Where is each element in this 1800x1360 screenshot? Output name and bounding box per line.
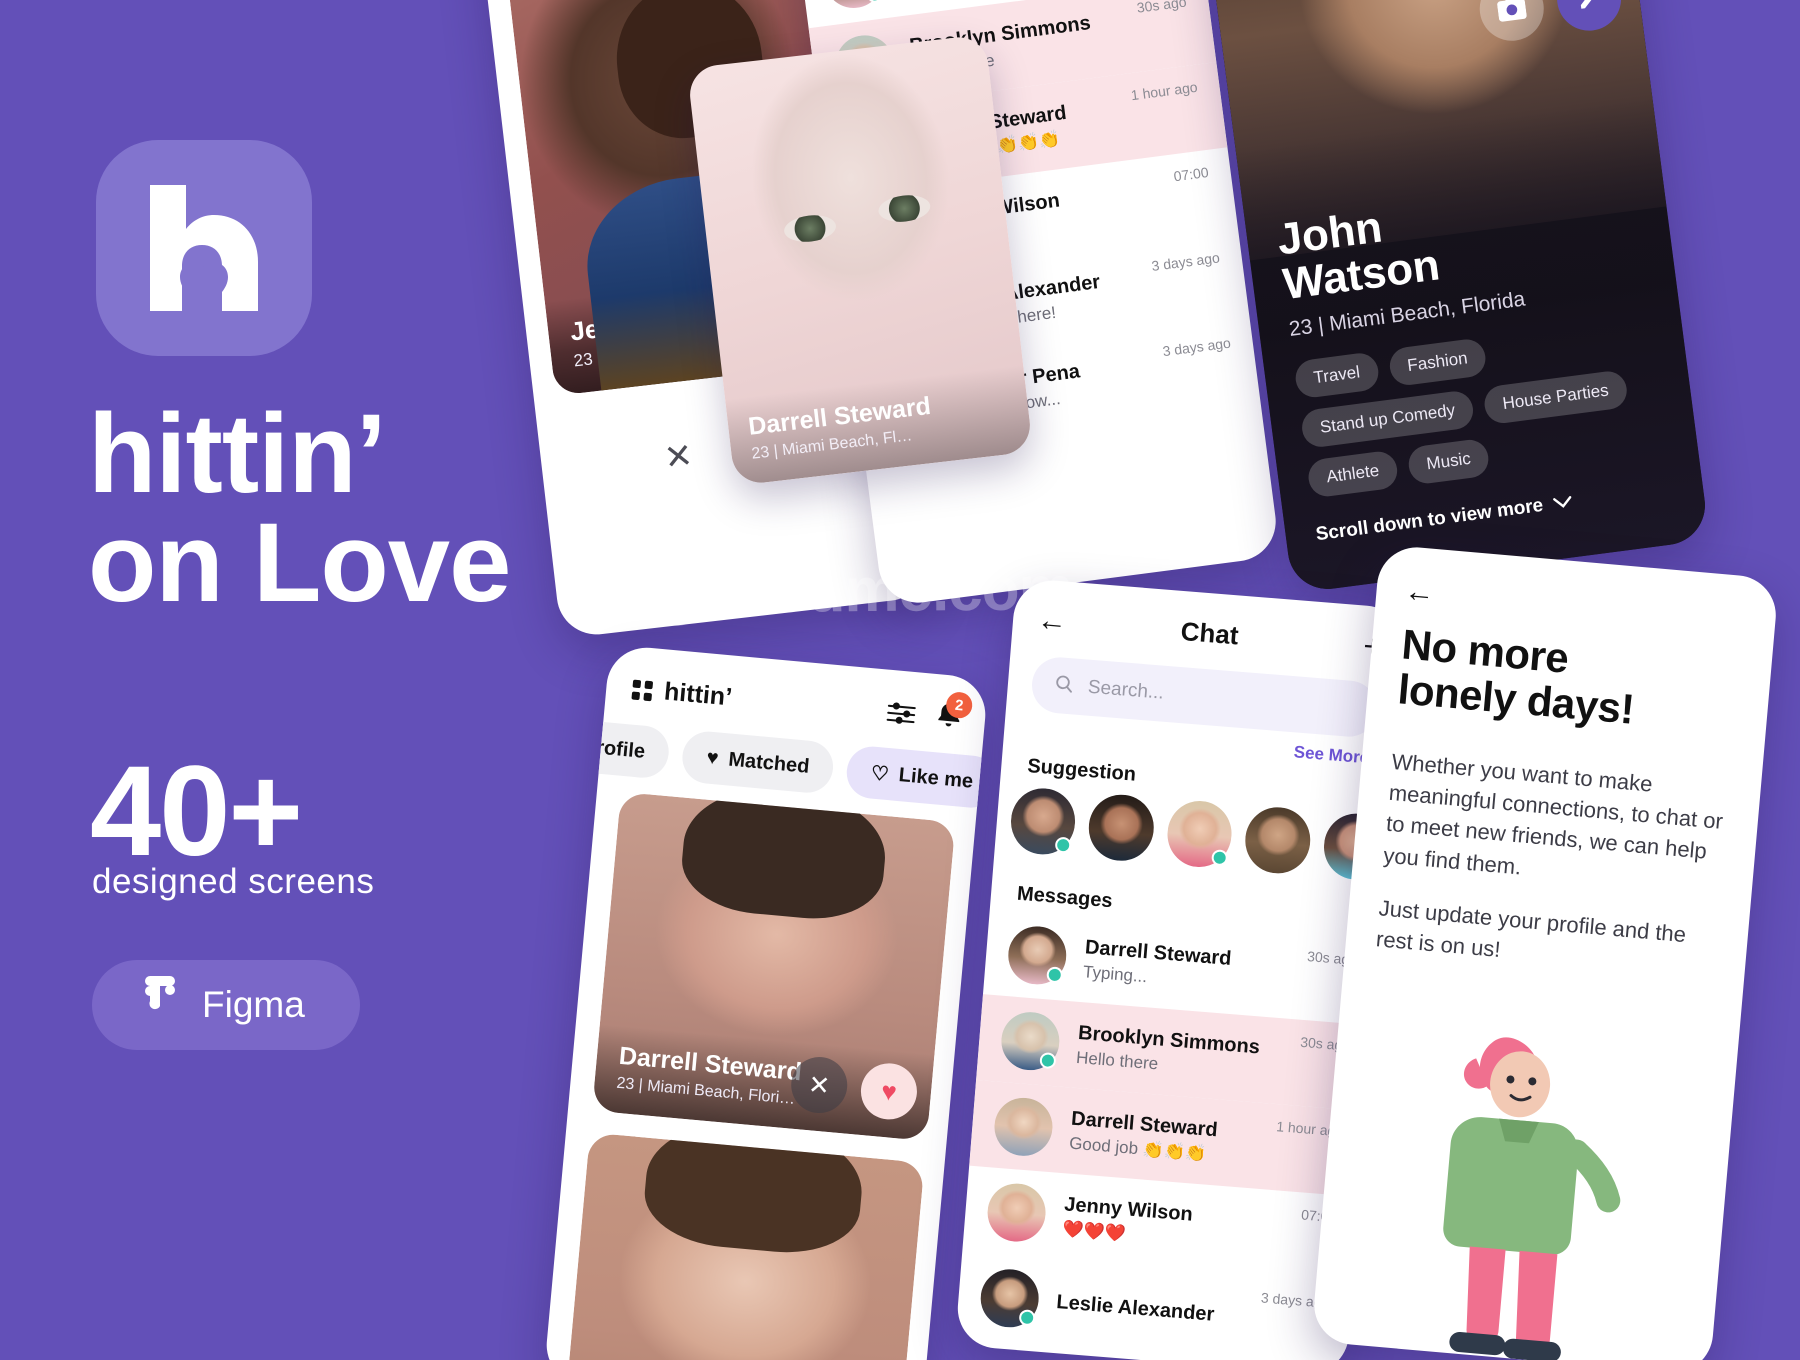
- feed-like-button[interactable]: ♥: [858, 1060, 920, 1122]
- avatar[interactable]: [1006, 924, 1069, 987]
- message-text: Darrell StewardGood job 👏👏👏: [1068, 1108, 1219, 1166]
- message-timestamp: 3 days ago: [1161, 334, 1232, 360]
- profile-tag[interactable]: Music: [1406, 437, 1492, 486]
- search-icon: [1053, 672, 1075, 699]
- profile-tag[interactable]: Travel: [1293, 351, 1381, 400]
- back-arrow-icon[interactable]: ←: [1403, 574, 1436, 610]
- figma-icon: [140, 976, 180, 1034]
- story-avatar[interactable]: [1086, 792, 1157, 864]
- online-indicator: [1039, 1051, 1057, 1070]
- profile-tag[interactable]: Athlete: [1306, 449, 1400, 499]
- avatar[interactable]: [821, 0, 887, 12]
- message-timestamp: 1 hour ago: [1129, 78, 1199, 104]
- profile-tag[interactable]: Fashion: [1387, 337, 1488, 388]
- home-tab[interactable]: ♥ Matched: [680, 729, 836, 795]
- profile-eye-left: [1305, 0, 1374, 3]
- phone-swipe-back-card: Darrell Steward 23 | Miami Beach, Fl…: [686, 34, 1034, 486]
- app-logo-tile: [96, 140, 312, 356]
- story-avatar[interactable]: [1242, 804, 1313, 876]
- message-timestamp: 3 days ago: [1150, 249, 1221, 274]
- screen-count-label: designed screens: [92, 862, 375, 901]
- screen-count: 40+: [90, 740, 303, 883]
- feed-card[interactable]: Darrell Steward 23 | Miami Beach, Flori……: [591, 791, 956, 1142]
- online-indicator: [1018, 1309, 1036, 1327]
- feed-dislike-button[interactable]: ✕: [788, 1054, 850, 1116]
- message-timestamp: 30s ago: [1135, 0, 1188, 16]
- home-top-bar: hittin’ 2: [631, 673, 974, 736]
- filter-icon[interactable]: [886, 700, 916, 726]
- message-text: Darrell Steward Typing...: [1082, 936, 1232, 994]
- notifications-button[interactable]: 2: [934, 691, 974, 735]
- message-text: Leslie Alexander: [1055, 1290, 1216, 1327]
- page-title: hittin’ on Love: [88, 398, 648, 625]
- onboarding-illustration: [1350, 976, 1742, 1360]
- suggestion-header: Suggestion: [1026, 755, 1137, 786]
- onboarding-title: No more lonely days!: [1396, 620, 1747, 742]
- avatar[interactable]: [999, 1009, 1062, 1073]
- figma-badge-label: Figma: [202, 984, 305, 1025]
- chat-top-bar: ← Chat +: [1036, 601, 1384, 666]
- grid-icon: [631, 679, 654, 701]
- message-timestamp: 07:00: [1172, 164, 1210, 185]
- figma-badge[interactable]: Figma: [92, 960, 360, 1050]
- back-card-face: [708, 34, 1001, 408]
- see-more-link[interactable]: See More: [1293, 742, 1370, 768]
- profile-tag-list: Travel Fashion Stand up Comedy House Partie…: [1293, 314, 1678, 499]
- online-indicator: [1046, 966, 1064, 984]
- tab-icon: ♡: [869, 762, 890, 786]
- story-avatar[interactable]: [1164, 798, 1235, 870]
- watermark: gooodme.com: [659, 554, 1073, 627]
- brand-title-line1: hittin’: [88, 391, 387, 516]
- home-tab-label: Like me: [897, 763, 975, 793]
- promo-stage: Darrell Steward 23 | Miami Beach, Fl… Pr…: [0, 0, 1800, 1360]
- search-placeholder: Search...: [1087, 676, 1165, 704]
- home-logo: hittin’: [631, 675, 733, 713]
- suggestion-row: [1008, 785, 1391, 883]
- search-input[interactable]: Search...: [1029, 655, 1380, 739]
- message-sender-name: Leslie Alexander: [1055, 1290, 1216, 1326]
- chevron-down-icon: [1552, 491, 1575, 515]
- branding-panel: hittin’ on Love 40+ designed screens Fig…: [0, 0, 620, 1360]
- home-tab[interactable]: ♡ Like me: [844, 744, 989, 810]
- avatar[interactable]: [992, 1095, 1055, 1159]
- profile-tag[interactable]: House Parties: [1482, 369, 1629, 426]
- feed-card-actions: ✕ ♥: [788, 1054, 920, 1122]
- story-avatar[interactable]: [1008, 785, 1078, 857]
- chat-title: Chat: [1179, 615, 1240, 651]
- onboarding-paragraph-2: Just update your profile and the rest is…: [1375, 895, 1688, 963]
- messages-header: Messages: [1016, 882, 1114, 913]
- hittin-heart-logo-icon: [150, 185, 258, 311]
- home-tab-label: Matched: [727, 748, 811, 778]
- phone-onboarding-screen: ← No more lonely days! Whether you want …: [1310, 544, 1780, 1360]
- profile-info: John Watson 23 | Miami Beach, Florida Tr…: [1274, 172, 1684, 547]
- avatar[interactable]: [978, 1267, 1041, 1330]
- dislike-button[interactable]: ✕: [644, 423, 713, 492]
- onboarding-body: ← No more lonely days! Whether you want …: [1311, 544, 1779, 1360]
- tab-icon: ♥: [705, 746, 720, 770]
- avatar[interactable]: [985, 1181, 1048, 1244]
- profile-tag[interactable]: Stand up Comedy: [1299, 389, 1476, 450]
- online-indicator: [1211, 849, 1229, 867]
- home-logo-label: hittin’: [663, 677, 734, 712]
- home-icon-row: 2: [886, 691, 974, 736]
- onboarding-paragraph-1: Whether you want to make meaningful conn…: [1382, 748, 1724, 880]
- message-text: Brooklyn SimmonsHello there: [1075, 1022, 1260, 1082]
- onboarding-body-text: Whether you want to make meaningful conn…: [1375, 746, 1736, 985]
- brand-title-line2: on Love: [88, 499, 511, 625]
- message-text: Jenny Wilson❤️❤️❤️: [1062, 1193, 1194, 1249]
